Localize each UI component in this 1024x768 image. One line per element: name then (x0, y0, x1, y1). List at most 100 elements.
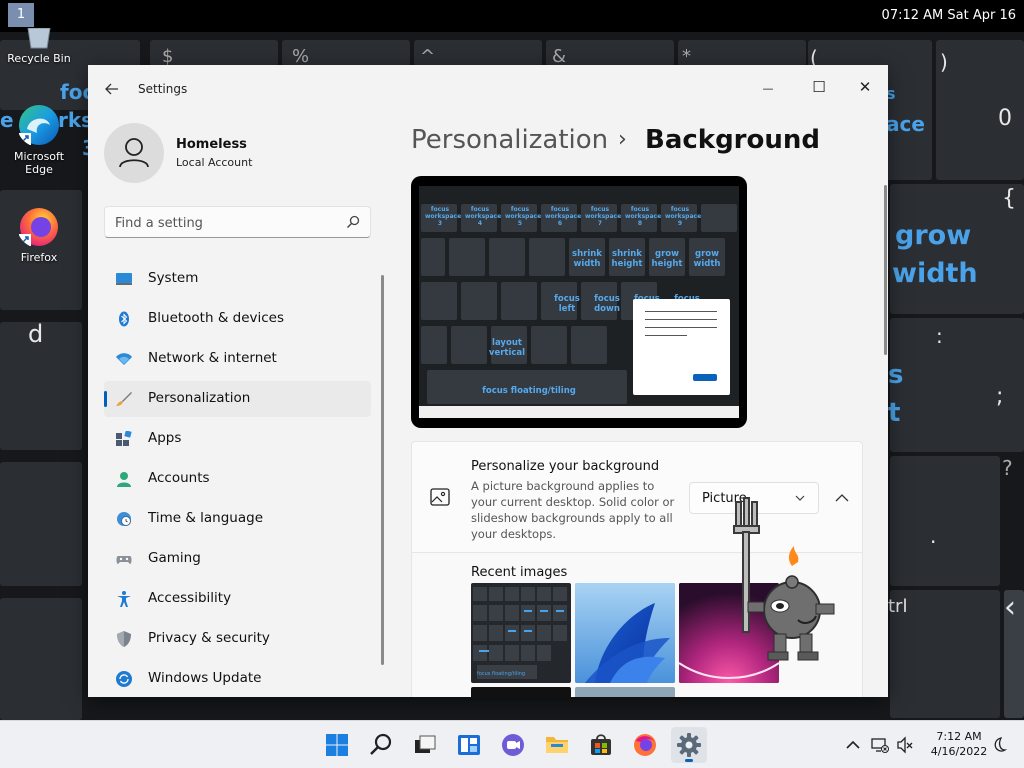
wallpaper-glyph: ; (996, 384, 1004, 409)
user-name: Homeless (176, 137, 247, 152)
file-explorer-button[interactable] (539, 727, 575, 763)
thumbnail-caption: focus floating/tiling (477, 671, 526, 677)
preview-key-label: layout vertical (488, 338, 526, 358)
avatar[interactable] (104, 123, 164, 183)
wallpaper-key (0, 462, 82, 586)
desktop-icon-label: Recycle Bin (7, 52, 71, 65)
sidebar-item-system[interactable]: System (104, 261, 371, 297)
sidebar-nav: System Bluetooth & devices Network & int… (104, 261, 371, 697)
sidebar-item-personalization[interactable]: Personalization (104, 381, 371, 417)
desktop-icon-recycle-bin[interactable]: Recycle Bin (4, 28, 74, 65)
firefox-icon (19, 208, 58, 246)
recent-image-thumbnail[interactable] (575, 583, 675, 683)
sidebar-item-accessibility[interactable]: Accessibility (104, 581, 371, 617)
folder-icon (546, 737, 568, 753)
wallpaper-glyph: ) (940, 50, 948, 74)
page-title: Background (645, 125, 820, 155)
edge-icon (19, 105, 59, 145)
search-input[interactable] (115, 213, 335, 233)
sidebar-item-accounts[interactable]: Accounts (104, 461, 371, 497)
wallpaper-key (890, 318, 1024, 452)
wallpaper-glyph: ^ (420, 46, 436, 67)
preview-key-label: focus workspace 3 (425, 206, 462, 227)
image-icon (430, 488, 450, 506)
preview-key-label: focus workspace 5 (505, 206, 542, 227)
notification-moon-icon[interactable] (990, 736, 1008, 754)
back-button[interactable] (100, 77, 124, 101)
wallpaper-key (0, 598, 82, 720)
widgets-button[interactable] (451, 727, 487, 763)
accessibility-icon (117, 591, 131, 607)
globe-clock-icon (117, 512, 131, 526)
sidebar-item-gaming[interactable]: Gaming (104, 541, 371, 577)
settings-taskbar-button[interactable] (671, 727, 707, 763)
wallpaper-glyph: trl (888, 596, 908, 617)
recent-image-thumbnail[interactable]: focus floating/tiling (471, 583, 571, 683)
network-disconnected-icon[interactable] (871, 736, 889, 754)
sidebar-item-bluetooth[interactable]: Bluetooth & devices (104, 301, 371, 337)
minimize-icon: — (762, 82, 774, 95)
preview-key-label: grow height (651, 249, 683, 269)
sidebar-item-time-language[interactable]: Time & language (104, 501, 371, 537)
content-scrollbar[interactable] (884, 185, 887, 355)
sidebar-item-label: System (148, 270, 199, 286)
sidebar-item-apps[interactable]: Apps (104, 421, 371, 457)
start-button[interactable] (319, 727, 355, 763)
wallpaper-label: s (888, 360, 904, 390)
desktop-icon-firefox[interactable]: Firefox (4, 204, 74, 264)
store-button[interactable] (583, 727, 619, 763)
sidebar-item-label: Accessibility (148, 590, 232, 606)
sidebar-scrollbar[interactable] (381, 275, 384, 665)
minimize-button[interactable]: — (745, 71, 791, 103)
volume-muted-icon[interactable] (896, 736, 914, 754)
preview-key-label: focus workspace 9 (665, 206, 702, 227)
top-bar-clock: 07:12 AM Sat Apr 16 (881, 8, 1016, 23)
account-type: Local Account (176, 156, 253, 169)
maximize-button[interactable]: ☐ (796, 71, 842, 103)
wallpaper-glyph: ‹ (1004, 590, 1016, 625)
recent-image-thumbnail[interactable] (471, 687, 571, 697)
apps-icon (116, 431, 132, 446)
preview-key-label: focus workspace 7 (585, 206, 622, 227)
desktop-icon-label: Firefox (20, 251, 58, 264)
chevron-up-icon[interactable] (844, 736, 862, 754)
sidebar-item-privacy-security[interactable]: Privacy & security (104, 621, 371, 657)
recent-image-thumbnail[interactable] (575, 687, 675, 697)
update-icon (116, 671, 132, 687)
preview-screen: focus workspace 3 focus workspace 4 focu… (419, 186, 739, 418)
task-view-button[interactable] (407, 727, 443, 763)
brush-icon (116, 392, 132, 406)
wallpaper-glyph: % (292, 46, 310, 67)
widgets-icon (458, 735, 480, 755)
wallpaper-glyph: $ (162, 46, 174, 67)
firefox-taskbar-button[interactable] (627, 727, 663, 763)
desktop-icon-edge[interactable]: Microsoft Edge (4, 103, 74, 176)
taskbar-search-button[interactable] (363, 727, 399, 763)
sidebar-item-label: Privacy & security (148, 630, 270, 646)
wallpaper-glyph: * (682, 46, 691, 67)
wifi-icon (116, 353, 132, 365)
title-bar[interactable]: Settings — ☐ ✕ (88, 65, 888, 111)
workspace-indicator[interactable]: 1 (8, 3, 34, 27)
taskbar-clock[interactable]: 7:12 AM 4/16/2022 (924, 729, 994, 759)
chat-button[interactable] (495, 727, 531, 763)
close-button[interactable]: ✕ (842, 71, 888, 103)
sidebar-item-network[interactable]: Network & internet (104, 341, 371, 377)
search-icon[interactable] (346, 215, 360, 229)
taskbar: 7:12 AM 4/16/2022 (0, 720, 1024, 768)
breadcrumb-parent[interactable]: Personalization (411, 125, 608, 155)
card-description: A picture background applies to your cur… (471, 479, 675, 541)
sidebar-item-windows-update[interactable]: Windows Update (104, 661, 371, 697)
wallpaper-label: grow (895, 220, 972, 251)
preview-key-label: focus floating/tiling (482, 386, 576, 396)
preview-window (633, 299, 730, 395)
search-box[interactable] (104, 206, 371, 238)
preview-taskbar (419, 406, 739, 418)
wallpaper-glyph: 0 (998, 106, 1012, 131)
preview-key-label: focus workspace 8 (625, 206, 662, 227)
maximize-icon: ☐ (812, 78, 826, 96)
wallpaper-label: ace (886, 112, 925, 136)
sidebar-item-label: Personalization (148, 390, 251, 406)
desktop-preview: focus workspace 3 focus workspace 4 focu… (411, 176, 747, 428)
sidebar-item-label: Gaming (148, 550, 201, 566)
